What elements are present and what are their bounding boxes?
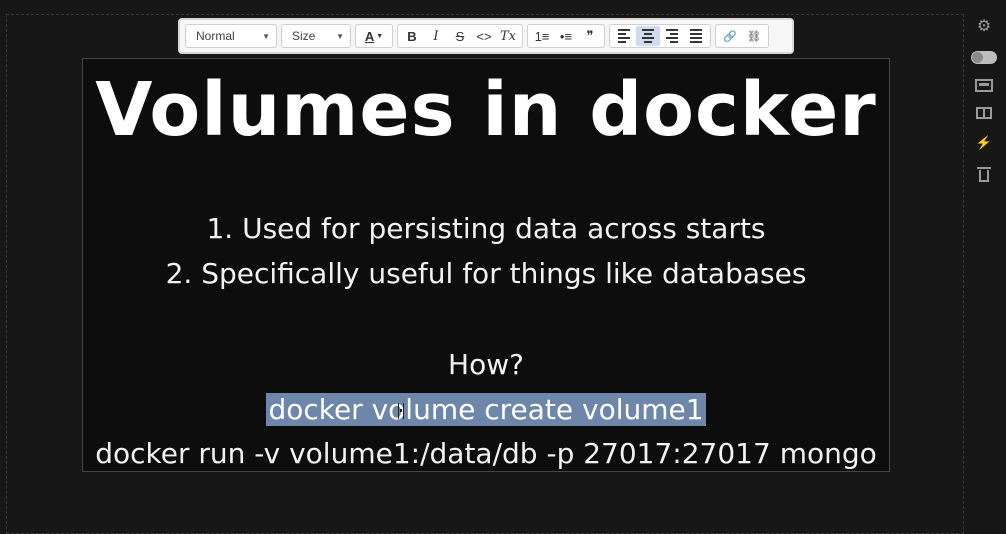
italic-button[interactable]: I [424, 26, 448, 46]
bullet-list-button[interactable]: •≡ [554, 26, 578, 46]
align-left-icon [618, 29, 630, 43]
blockquote-button[interactable]: ❞ [578, 26, 602, 46]
how-line: How? [448, 348, 524, 381]
unlink-button[interactable]: ⛓ [742, 26, 766, 46]
lightning-icon[interactable]: ⚡ [976, 134, 992, 152]
chevron-down-icon: ▼ [376, 32, 384, 40]
align-justify-button[interactable] [684, 26, 708, 46]
align-right-button[interactable] [660, 26, 684, 46]
format-select[interactable]: Normal ▼ [185, 24, 277, 48]
color-group: A ▼ [355, 24, 393, 48]
text-color-button[interactable]: A ▼ [358, 26, 390, 46]
book-icon[interactable] [976, 107, 992, 119]
align-center-button[interactable] [636, 26, 660, 46]
code-button[interactable]: <> [472, 26, 496, 46]
align-right-icon [666, 29, 678, 43]
inline-format-group: B I S <> Tx [397, 24, 523, 48]
format-select-value: Normal [196, 29, 235, 43]
link-group: 🔗 ⛓ [715, 24, 769, 48]
toggle-icon[interactable] [971, 51, 997, 64]
monitor-icon[interactable] [975, 79, 993, 92]
align-center-icon [642, 29, 654, 43]
align-left-button[interactable] [612, 26, 636, 46]
trash-icon[interactable] [977, 167, 991, 182]
align-justify-icon [690, 29, 702, 43]
bullet-line-1: 1. Used for persisting data across start… [206, 212, 766, 245]
size-select[interactable]: Size ▼ [281, 24, 351, 48]
slide-text-box[interactable]: Volumes in docker 1. Used for persisting… [82, 58, 890, 472]
bold-button[interactable]: B [400, 26, 424, 46]
strikethrough-button[interactable]: S [448, 26, 472, 46]
block-format-group: 1≡ •≡ ❞ [527, 24, 605, 48]
right-sidebar: ⚙ ⚡ [966, 18, 1002, 182]
selected-text[interactable]: docker volume create volume1 [266, 393, 706, 426]
text-cursor-icon [398, 403, 404, 419]
bullet-line-2: 2. Specifically useful for things like d… [165, 257, 807, 290]
command-line-1: docker volume create volume1 [83, 393, 889, 426]
ordered-list-button[interactable]: 1≡ [530, 26, 554, 46]
chevron-down-icon: ▼ [262, 31, 270, 41]
chevron-down-icon: ▼ [336, 31, 344, 41]
size-select-value: Size [292, 29, 316, 43]
alignment-group [609, 24, 711, 48]
link-button[interactable]: 🔗 [718, 26, 742, 46]
slide-title: Volumes in docker [95, 67, 877, 153]
rich-text-toolbar: Normal ▼ Size ▼ A ▼ B I S <> Tx 1≡ •≡ ❞ [178, 18, 794, 54]
command-line-2: docker run -v volume1:/data/db -p 27017:… [95, 437, 877, 470]
clear-format-button[interactable]: Tx [496, 26, 520, 46]
text-color-icon: A [364, 28, 375, 44]
gear-icon[interactable]: ⚙ [977, 18, 991, 36]
